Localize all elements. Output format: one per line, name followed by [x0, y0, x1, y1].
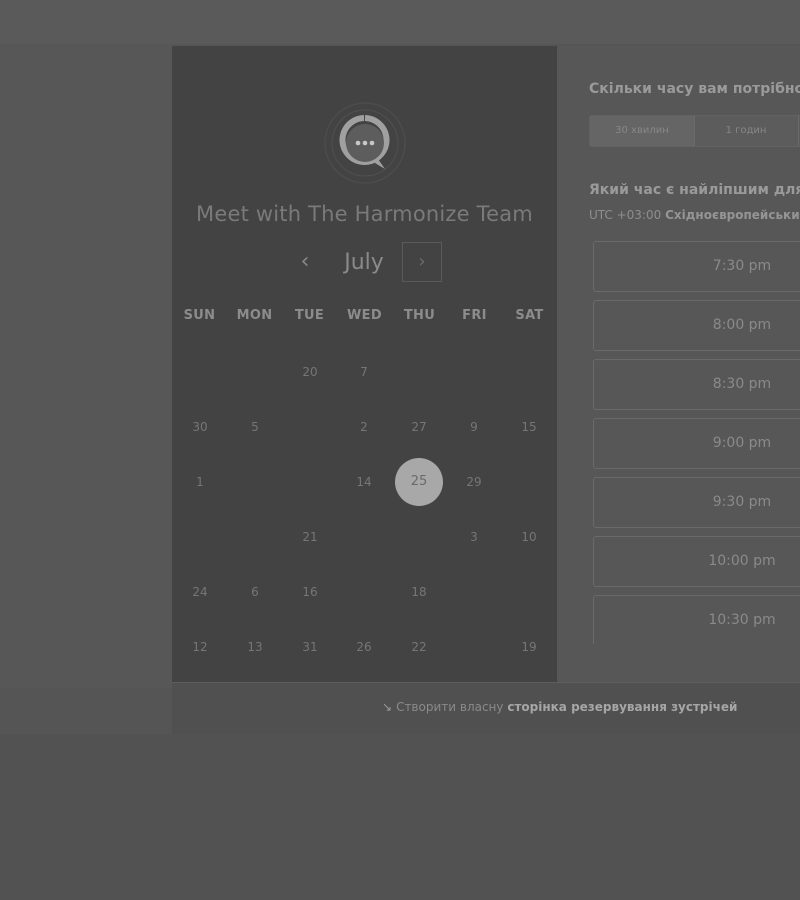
duration-selector: 30 хвилин 1 годин — [589, 115, 800, 147]
page-background-gap — [0, 688, 172, 734]
selected-calendar-day[interactable]: 25 — [395, 458, 443, 506]
page-background-left — [0, 44, 172, 688]
month-navigation: ‹ July › — [172, 242, 557, 284]
time-slot-label: 8:30 pm — [712, 376, 772, 392]
calendar-day[interactable]: 1 — [176, 458, 224, 506]
redirect-arrow-icon: ↘ — [382, 700, 393, 714]
create-booking-page-link[interactable]: ↘ Створити власну сторінка резервування з… — [382, 683, 737, 733]
calendar-day[interactable]: 22 — [395, 623, 443, 671]
time-slot-label: 8:00 pm — [712, 317, 772, 333]
meeting-title: Meet with The Harmonize Team — [196, 202, 533, 226]
time-slot[interactable]: 7:30 pm — [593, 241, 800, 292]
calendar-day[interactable]: 9 — [450, 403, 498, 451]
calendar-day[interactable]: 26 — [340, 623, 388, 671]
weekday-sat: SAT — [515, 308, 544, 323]
time-slot-label: 9:30 pm — [712, 494, 772, 510]
weekday-wed: WED — [347, 308, 382, 323]
calendar-day[interactable]: 15 — [505, 403, 553, 451]
page-background-bottom — [0, 734, 800, 900]
chevron-left-icon: ‹ — [300, 249, 310, 274]
booking-footer: ↘ Створити власну сторінка резервування з… — [172, 682, 800, 734]
calendar-day[interactable]: 12 — [176, 623, 224, 671]
next-month-button[interactable]: › — [402, 242, 442, 282]
weekday-header: SUN MON TUE WED THU FRI SAT — [172, 308, 557, 328]
time-slot-label: 7:30 pm — [712, 258, 772, 274]
calendar-day[interactable]: 18 — [395, 568, 443, 616]
page-top-bar — [0, 0, 800, 44]
footer-prefix: Створити власну — [396, 700, 504, 714]
calendar-day[interactable]: 27 — [395, 403, 443, 451]
calendar-day[interactable]: 16 — [286, 568, 334, 616]
calendar-day[interactable]: 21 — [286, 513, 334, 561]
calendar-day[interactable]: 19 — [505, 623, 553, 671]
weekday-sun: SUN — [183, 308, 216, 323]
month-label: July — [344, 250, 384, 275]
calendar-panel: Meet with The Harmonize Team ‹ July › SU… — [172, 46, 557, 682]
time-slot[interactable]: 8:00 pm — [593, 300, 800, 351]
time-slot-label: 10:00 pm — [708, 553, 776, 569]
calendar-day[interactable]: 6 — [231, 568, 279, 616]
duration-option-30-min[interactable]: 30 хвилин — [590, 116, 695, 146]
time-slot-list[interactable]: 7:30 pm 8:00 pm 8:30 pm 9:00 pm 9:30 pm … — [593, 241, 800, 644]
time-slot-label: 9:00 pm — [712, 435, 772, 451]
chat-bubble-logo-icon — [324, 102, 406, 184]
calendar-day[interactable]: 24 — [176, 568, 224, 616]
weekday-mon: MON — [236, 308, 273, 323]
calendar-day[interactable]: 14 — [340, 458, 388, 506]
calendar-day[interactable]: 30 — [176, 403, 224, 451]
timezone-name: Східноєвропейськи — [665, 208, 800, 222]
time-slot[interactable]: 10:00 pm — [593, 536, 800, 587]
duration-question: Скільки часу вам потрібно? — [589, 81, 800, 97]
time-question: Який час є найліпшим для в — [589, 182, 800, 198]
timezone-offset: UTC +03:00 — [589, 208, 662, 222]
time-slot[interactable]: 9:00 pm — [593, 418, 800, 469]
calendar-day[interactable]: 3 — [450, 513, 498, 561]
booking-options-panel: Скільки часу вам потрібно? 30 хвилин 1 г… — [557, 46, 800, 682]
duration-option-1-hour[interactable]: 1 годин — [694, 116, 799, 146]
calendar-day[interactable]: 2 — [340, 403, 388, 451]
time-slot[interactable]: 10:30 pm — [593, 595, 800, 644]
weekday-thu: THU — [403, 308, 436, 323]
calendar-day[interactable]: 13 — [231, 623, 279, 671]
time-slot-label: 10:30 pm — [708, 612, 776, 628]
booking-widget: Meet with The Harmonize Team ‹ July › SU… — [172, 46, 800, 734]
calendar-day[interactable]: 10 — [505, 513, 553, 561]
timezone-label[interactable]: UTC +03:00 Східноєвропейськи — [589, 208, 800, 222]
previous-month-button[interactable]: ‹ — [290, 246, 320, 280]
weekday-tue: TUE — [294, 308, 325, 323]
time-slot[interactable]: 9:30 pm — [593, 477, 800, 528]
calendar-day[interactable]: 31 — [286, 623, 334, 671]
time-slot[interactable]: 8:30 pm — [593, 359, 800, 410]
calendar-day[interactable]: 20 — [286, 348, 334, 396]
chevron-right-icon: › — [418, 251, 426, 272]
weekday-fri: FRI — [462, 308, 487, 323]
footer-link-text: сторінка резервування зустрічей — [507, 700, 738, 714]
calendar-day[interactable]: 29 — [450, 458, 498, 506]
calendar-day[interactable]: 5 — [231, 403, 279, 451]
calendar-day[interactable]: 7 — [340, 348, 388, 396]
